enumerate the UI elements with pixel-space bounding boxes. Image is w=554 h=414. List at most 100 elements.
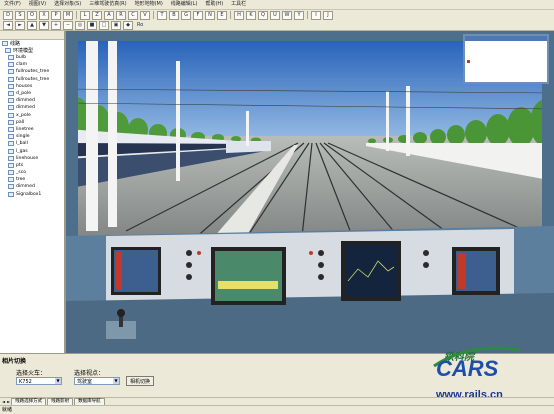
tree-item[interactable]: houses bbox=[0, 83, 64, 90]
viewpoint-select-value: 驾驶室 bbox=[77, 379, 93, 385]
tree-item[interactable]: dimmed bbox=[0, 104, 64, 111]
tree-item[interactable]: fullroutes_tree bbox=[0, 76, 64, 83]
tree-item[interactable]: l_ball bbox=[0, 140, 64, 147]
tab-database-nav[interactable]: 数据库导航 bbox=[74, 398, 105, 405]
toolbar-button[interactable]: ▼ bbox=[39, 20, 49, 30]
toolbar-button[interactable]: S bbox=[15, 10, 25, 20]
toolbar-button[interactable]: D bbox=[3, 10, 13, 20]
model-icon bbox=[8, 76, 14, 82]
toolbar-button[interactable]: P bbox=[51, 10, 61, 20]
menu-select[interactable]: 选择对象(S) bbox=[50, 0, 85, 9]
tree-item[interactable]: linetree bbox=[0, 126, 64, 133]
tree-sub[interactable]: 环境模型 bbox=[0, 47, 64, 54]
status-bar: 就绪 bbox=[0, 405, 554, 414]
toolbar-button[interactable]: Y bbox=[294, 10, 304, 20]
tree-item-label: clam bbox=[16, 62, 28, 68]
toolbar-button[interactable]: R bbox=[116, 10, 126, 20]
toolbar-button[interactable]: + bbox=[51, 20, 61, 30]
toolbar-button[interactable]: H bbox=[234, 10, 244, 20]
toolbar-button[interactable]: Q bbox=[258, 10, 268, 20]
toolbar-button[interactable]: G bbox=[181, 10, 191, 20]
toolbar-button[interactable]: ◄ bbox=[3, 20, 13, 30]
tree-item[interactable]: x_pole bbox=[0, 112, 64, 119]
model-icon bbox=[8, 112, 14, 118]
tree-item[interactable]: clam bbox=[0, 61, 64, 68]
toolbar-button[interactable]: K bbox=[246, 10, 256, 20]
cars-logo: CARS bbox=[433, 346, 521, 381]
tree-item[interactable]: bulb bbox=[0, 54, 64, 61]
overview-minimap[interactable] bbox=[463, 34, 549, 84]
camera-switch-button[interactable]: 相机切换 bbox=[126, 376, 154, 386]
toolbar-button[interactable]: F bbox=[193, 10, 203, 20]
toolbar-button[interactable]: L bbox=[80, 10, 90, 20]
tree-item[interactable]: pall bbox=[0, 119, 64, 126]
tree-item-label: single bbox=[16, 134, 30, 140]
toolbar-button[interactable]: O bbox=[27, 10, 37, 20]
menu-help[interactable]: 帮助(H) bbox=[201, 0, 227, 9]
model-icon bbox=[8, 141, 14, 147]
menu-toolbar[interactable]: 工具栏 bbox=[227, 0, 250, 9]
tree-item[interactable]: tree bbox=[0, 176, 64, 183]
tree-item[interactable]: l_gas bbox=[0, 147, 64, 154]
toolbar-button[interactable]: I bbox=[311, 10, 321, 20]
folder-icon bbox=[2, 41, 8, 46]
tree-item[interactable]: d_pole bbox=[0, 90, 64, 97]
tab-line-mapping[interactable]: 线路影射 bbox=[47, 398, 74, 405]
tree-item[interactable]: _sco bbox=[0, 169, 64, 176]
model-icon bbox=[8, 83, 14, 89]
chevron-down-icon[interactable]: ▼ bbox=[113, 378, 119, 384]
toolbar-button[interactable]: M bbox=[63, 10, 73, 20]
model-icon bbox=[8, 91, 14, 97]
toolbar-button[interactable]: N bbox=[205, 10, 215, 20]
tree-item[interactable]: Signalbox1 bbox=[0, 191, 64, 198]
tree-item-label: x_pole bbox=[16, 112, 31, 118]
toolbar-button[interactable]: W bbox=[282, 10, 292, 20]
menu-file[interactable]: 文件(F) bbox=[0, 0, 25, 9]
folder-icon bbox=[5, 48, 11, 53]
toolbar-button[interactable]: ▣ bbox=[111, 20, 121, 30]
tree-items: bulb clam fullroutes_tree fullroutes_tree ho… bbox=[0, 54, 64, 198]
chevron-down-icon[interactable]: ▼ bbox=[55, 378, 61, 384]
toolbar-button[interactable]: X bbox=[39, 10, 49, 20]
tree-item[interactable]: fullroutes_tree bbox=[0, 68, 64, 75]
train-label: 选择火车： bbox=[16, 370, 47, 377]
toolbar-button[interactable]: ■ bbox=[87, 20, 97, 30]
menu-terrain[interactable]: 地形地物(M) bbox=[131, 0, 167, 9]
menu-line-edit[interactable]: 线路编辑(L) bbox=[167, 0, 202, 9]
toolbar-button[interactable]: ◎ bbox=[75, 20, 85, 30]
tree-item[interactable]: single bbox=[0, 133, 64, 140]
menu-simulation[interactable]: 三维驾驶仿真(R) bbox=[85, 0, 130, 9]
viewpoint-select[interactable]: 驾驶室 ▼ bbox=[74, 377, 120, 385]
toolbar-button[interactable]: ◆ bbox=[123, 20, 133, 30]
toolbar-separator bbox=[76, 11, 77, 19]
toolbar-button[interactable]: ▲ bbox=[27, 20, 37, 30]
train-select[interactable]: K752 ▼ bbox=[16, 377, 62, 385]
tree-root[interactable]: 线路 bbox=[0, 40, 64, 47]
tree-item[interactable]: dimmed bbox=[0, 183, 64, 190]
toolbar-button[interactable]: Z bbox=[92, 10, 102, 20]
toolbar-button[interactable]: ► bbox=[15, 20, 25, 30]
model-icon bbox=[8, 191, 14, 197]
toolbar-button[interactable]: A bbox=[104, 10, 114, 20]
toolbar-button[interactable]: J bbox=[323, 10, 333, 20]
toolbar-button[interactable]: U bbox=[270, 10, 280, 20]
tab-line-selection[interactable]: 线路选择方式 bbox=[11, 398, 47, 405]
tree-item[interactable]: pts bbox=[0, 162, 64, 169]
menu-view[interactable]: 视图(V) bbox=[25, 0, 50, 9]
model-icon bbox=[8, 134, 14, 140]
tree-item-label: tree bbox=[16, 177, 26, 183]
toolbar-button[interactable]: − bbox=[63, 20, 73, 30]
toolbar-button[interactable]: E bbox=[217, 10, 227, 20]
toolbar-button[interactable]: T bbox=[157, 10, 167, 20]
toolbar-button[interactable]: V bbox=[140, 10, 150, 20]
tree-item[interactable]: dimmed bbox=[0, 97, 64, 104]
toolbar-button[interactable]: B bbox=[169, 10, 179, 20]
tree-item[interactable]: linehouse bbox=[0, 155, 64, 162]
tree-item-label: l_gas bbox=[16, 148, 28, 154]
viewpoint-label: 选择视点： bbox=[74, 370, 105, 377]
toolbar-button[interactable]: C bbox=[128, 10, 138, 20]
model-icon bbox=[8, 98, 14, 104]
tree-header bbox=[0, 31, 64, 40]
toolbar-button[interactable]: □ bbox=[99, 20, 109, 30]
toolbar-separator bbox=[307, 11, 308, 19]
